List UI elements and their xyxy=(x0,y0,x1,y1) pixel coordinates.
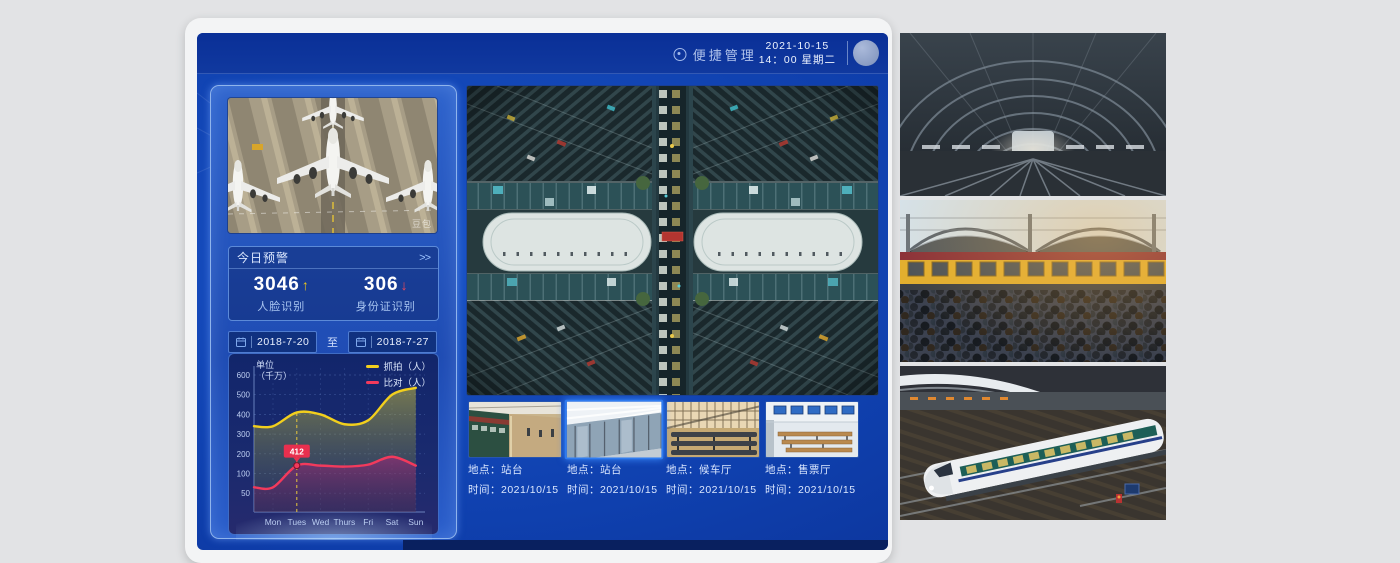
chart-unit-label: 单位 （千万） xyxy=(256,360,292,382)
svg-text:400: 400 xyxy=(237,410,251,419)
camera-thumbnail-strip: 地点：站台 时间：2021/10/15 xyxy=(468,401,880,498)
camera-thumbnail-1[interactable]: 地点：站台 时间：2021/10/15 xyxy=(468,401,562,498)
current-time-week: 14：00 星期二 xyxy=(759,53,836,67)
today-warning-panel: 今日预警 >> 3046↑ 人脸识别 306↓ 身份证识别 xyxy=(228,246,439,321)
camera-thumbnail-2[interactable]: 地点：站台 时间：2021/10/15 xyxy=(567,401,661,498)
page-title: 便捷管理 xyxy=(674,45,757,64)
user-avatar[interactable] xyxy=(853,40,879,66)
right-photo-column xyxy=(900,33,1166,524)
warning-stat: 306↓ 身份证识别 xyxy=(334,269,439,319)
page-title-text: 便捷管理 xyxy=(693,45,757,64)
left-stats-panel: 豆包 今日预警 >> 3046↑ 人脸识别 306↓ 身份证识别 xyxy=(210,85,457,539)
main-surveillance-feed[interactable] xyxy=(467,86,878,395)
svg-text:600: 600 xyxy=(237,371,251,380)
screen-doors-photo xyxy=(567,402,664,460)
airport-apron-feed[interactable]: 豆包 xyxy=(228,98,437,233)
station-hall-photo xyxy=(900,33,1166,196)
warning-more-link[interactable]: >> xyxy=(419,252,430,264)
station-hub-aerial-photo xyxy=(467,86,878,395)
thumb-time: 时间：2021/10/15 xyxy=(765,483,859,498)
warning-panel-title: 今日预警 xyxy=(237,249,289,266)
camera-thumbnail-3[interactable]: 地点：候车厅 时间：2021/10/15 xyxy=(666,401,760,498)
svg-text:Fri: Fri xyxy=(363,517,373,527)
waiting-hall-photo xyxy=(667,402,760,458)
warning-trend-chart: 单位 （千万） 抓拍（人） 比对（人） 600 500 400 300 200 100 50… xyxy=(228,353,439,535)
svg-text:200: 200 xyxy=(237,450,251,459)
thumb-time: 时间：2021/10/15 xyxy=(666,483,760,498)
top-header-bar: 便捷管理 2021-10-15 14：00 星期二 xyxy=(197,33,888,74)
legend-swatch-compare xyxy=(366,381,379,384)
thumb-time: 时间：2021/10/15 xyxy=(468,483,562,498)
svg-text:412: 412 xyxy=(290,447,304,457)
ticket-hall-photo xyxy=(766,402,859,458)
svg-text:Tues: Tues xyxy=(288,517,307,527)
calendar-icon xyxy=(236,337,246,347)
thumb-location: 地点：售票厅 xyxy=(765,463,859,478)
thumb-location: 地点：站台 xyxy=(468,463,562,478)
calendar-icon xyxy=(356,337,366,347)
camera-thumbnail-4[interactable]: 地点：售票厅 时间：2021/10/15 xyxy=(765,401,859,498)
datetime-display: 2021-10-15 14：00 星期二 xyxy=(759,39,836,67)
dashboard: 便捷管理 2021-10-15 14：00 星期二 xyxy=(197,33,888,550)
start-date-picker[interactable]: 2018-7-20 xyxy=(228,331,317,353)
warning-stat: 3046↑ 人脸识别 xyxy=(229,269,334,319)
thumb-location: 地点：站台 xyxy=(567,463,661,478)
svg-text:500: 500 xyxy=(237,391,251,400)
svg-text:100: 100 xyxy=(237,470,251,479)
header-divider xyxy=(847,41,848,65)
chart-legend: 抓拍（人） 比对（人） xyxy=(366,359,431,391)
svg-text:50: 50 xyxy=(241,489,250,498)
svg-text:Mon: Mon xyxy=(265,517,282,527)
svg-text:Thurs: Thurs xyxy=(334,517,356,527)
date-range-separator: 至 xyxy=(327,334,338,350)
trend-down-icon: ↓ xyxy=(401,277,408,293)
thumb-location: 地点：候车厅 xyxy=(666,463,760,478)
high-speed-train-photo xyxy=(900,366,1166,520)
thumb-time: 时间：2021/10/15 xyxy=(567,483,661,498)
end-date-picker[interactable]: 2018-7-27 xyxy=(348,331,437,353)
svg-text:Sat: Sat xyxy=(386,517,399,527)
platform-train-photo xyxy=(469,402,562,458)
date-range-row: 2018-7-20 至 2018-7-27 xyxy=(228,331,437,353)
svg-text:300: 300 xyxy=(237,430,251,439)
legend-swatch-capture xyxy=(366,365,379,368)
bottom-status-bar xyxy=(403,540,888,550)
svg-text:Wed: Wed xyxy=(312,517,330,527)
image-watermark: 豆包 xyxy=(412,217,432,230)
app-logo-icon xyxy=(674,48,687,61)
airport-apron-photo xyxy=(228,98,437,233)
svg-text:Sun: Sun xyxy=(408,517,423,527)
crowded-platform-photo xyxy=(900,200,1166,362)
trend-up-icon: ↑ xyxy=(302,277,309,293)
current-date: 2021-10-15 xyxy=(759,39,836,53)
